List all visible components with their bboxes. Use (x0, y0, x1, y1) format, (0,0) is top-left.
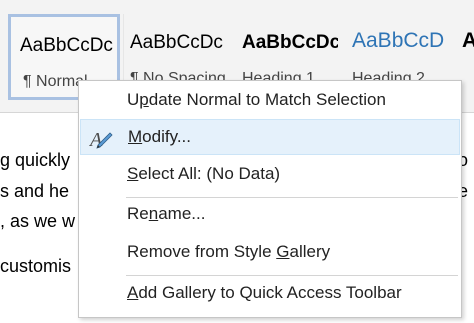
menu-item-label: Update Normal to Match Selection (127, 90, 386, 109)
modify-style-icon: A (88, 126, 113, 151)
menu-item-add-to-quick-access[interactable]: Add Gallery to Quick Access Toolbar (80, 276, 460, 312)
menu-item-rename[interactable]: Rename... (80, 197, 460, 233)
menu-item-label: Rename... (127, 204, 206, 223)
menu-item-label: Modify... (128, 127, 191, 146)
menu-item-remove-from-gallery[interactable]: Remove from Style Gallery (80, 235, 460, 271)
style-sample: AaBbCcDc (130, 32, 223, 53)
style-sample: AaBbCcDc (20, 35, 113, 56)
document-text-line: s and he (0, 181, 70, 201)
document-text-line: customis (0, 256, 72, 276)
document-text-line: , as we w (0, 211, 76, 231)
document-text-line: g quickly (0, 150, 71, 170)
menu-item-label: Add Gallery to Quick Access Toolbar (127, 283, 402, 302)
menu-item-modify[interactable]: A Modify... (80, 119, 460, 155)
style-sample: AaBbCcD (352, 29, 445, 52)
menu-item-label: Remove from Style Gallery (127, 242, 331, 261)
menu-item-update-normal[interactable]: Update Normal to Match Selection (80, 83, 460, 119)
style-sample: A (462, 29, 474, 52)
style-sample: AaBbCcDc (242, 32, 338, 53)
word-window: AaBbCcDc ¶ Normal AaBbCcDc ¶ No Spacing … (0, 0, 474, 323)
style-context-menu: Update Normal to Match Selection A Modif… (78, 80, 462, 318)
menu-item-select-all[interactable]: Select All: (No Data) (80, 157, 460, 193)
svg-text:A: A (89, 129, 103, 150)
menu-item-label: Select All: (No Data) (127, 164, 281, 183)
style-tile-title[interactable]: A (462, 14, 474, 100)
